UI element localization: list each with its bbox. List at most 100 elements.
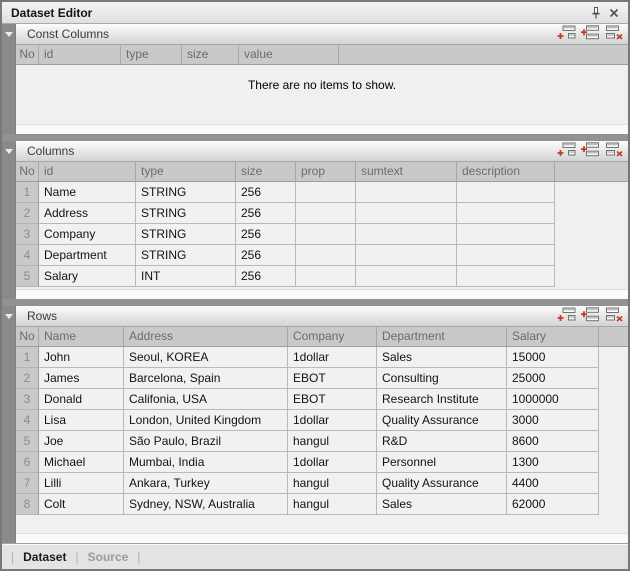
row-number-cell[interactable]: 1	[16, 347, 39, 368]
column-header[interactable]: Salary	[507, 327, 599, 346]
tab-dataset[interactable]: Dataset	[23, 550, 66, 564]
cell[interactable]: STRING	[136, 203, 236, 224]
add-row-button[interactable]	[557, 27, 576, 42]
cell[interactable]	[457, 182, 555, 203]
cell[interactable]: INT	[136, 266, 236, 287]
column-header[interactable]: id	[39, 162, 136, 181]
row-number-cell[interactable]: 3	[16, 389, 39, 410]
collapse-arrow-icon[interactable]	[5, 314, 13, 319]
cell[interactable]: STRING	[136, 224, 236, 245]
cell[interactable]: 256	[236, 266, 296, 287]
cell[interactable]: Sales	[377, 494, 507, 515]
cell[interactable]: Michael	[39, 452, 124, 473]
cell[interactable]: Quality Assurance	[377, 473, 507, 494]
delete-row-button[interactable]	[605, 27, 624, 42]
delete-row-button[interactable]	[605, 309, 624, 324]
cell[interactable]	[457, 203, 555, 224]
cell[interactable]: John	[39, 347, 124, 368]
insert-row-button[interactable]	[581, 309, 600, 324]
column-header[interactable]: Address	[124, 327, 288, 346]
cell[interactable]: STRING	[136, 245, 236, 266]
cell[interactable]: hangul	[288, 431, 377, 452]
cell[interactable]: Joe	[39, 431, 124, 452]
cell[interactable]	[457, 245, 555, 266]
column-header[interactable]: value	[239, 45, 339, 64]
cell[interactable]	[356, 245, 457, 266]
column-header[interactable]: size	[236, 162, 296, 181]
cell[interactable]: Donald	[39, 389, 124, 410]
cell[interactable]	[296, 203, 356, 224]
cell[interactable]: Seoul, KOREA	[124, 347, 288, 368]
cell[interactable]	[356, 182, 457, 203]
insert-row-button[interactable]	[581, 144, 600, 159]
add-row-button[interactable]	[557, 144, 576, 159]
cell[interactable]: 62000	[507, 494, 599, 515]
cell[interactable]: Research Institute	[377, 389, 507, 410]
add-row-button[interactable]	[557, 309, 576, 324]
column-header[interactable]: size	[182, 45, 239, 64]
column-header[interactable]: No	[16, 327, 39, 346]
cell[interactable]: Lisa	[39, 410, 124, 431]
cell[interactable]: Ankara, Turkey	[124, 473, 288, 494]
cell[interactable]: R&D	[377, 431, 507, 452]
cell[interactable]: STRING	[136, 182, 236, 203]
cell[interactable]: Company	[39, 224, 136, 245]
row-number-cell[interactable]: 3	[16, 224, 39, 245]
cell[interactable]: hangul	[288, 494, 377, 515]
cell[interactable]: Mumbai, India	[124, 452, 288, 473]
column-header[interactable]: type	[136, 162, 236, 181]
cell[interactable]	[356, 224, 457, 245]
cell[interactable]: EBOT	[288, 368, 377, 389]
column-header[interactable]: description	[457, 162, 555, 181]
row-number-cell[interactable]: 6	[16, 452, 39, 473]
column-header[interactable]: id	[39, 45, 121, 64]
column-header[interactable]: Department	[377, 327, 507, 346]
cell[interactable]	[296, 245, 356, 266]
row-number-cell[interactable]: 4	[16, 245, 39, 266]
cell[interactable]: Salary	[39, 266, 136, 287]
column-header[interactable]: type	[121, 45, 182, 64]
cell[interactable]: Colt	[39, 494, 124, 515]
row-number-cell[interactable]: 4	[16, 410, 39, 431]
cell[interactable]	[457, 224, 555, 245]
cell[interactable]: Barcelona, Spain	[124, 368, 288, 389]
cell[interactable]: 256	[236, 224, 296, 245]
column-header[interactable]: prop	[296, 162, 356, 181]
cell[interactable]: Sydney, NSW, Australia	[124, 494, 288, 515]
row-number-cell[interactable]: 8	[16, 494, 39, 515]
cell[interactable]: Lilli	[39, 473, 124, 494]
row-number-cell[interactable]: 7	[16, 473, 39, 494]
row-number-cell[interactable]: 5	[16, 266, 39, 287]
column-header[interactable]: No	[16, 162, 39, 181]
collapse-arrow-icon[interactable]	[5, 149, 13, 154]
cell[interactable]: London, United Kingdom	[124, 410, 288, 431]
cell[interactable]: Name	[39, 182, 136, 203]
cell[interactable]	[296, 266, 356, 287]
cell[interactable]: Califonia, USA	[124, 389, 288, 410]
pin-button[interactable]	[587, 4, 605, 21]
row-number-cell[interactable]: 1	[16, 182, 39, 203]
close-button[interactable]	[605, 4, 623, 21]
cell[interactable]: EBOT	[288, 389, 377, 410]
cell[interactable]: 256	[236, 203, 296, 224]
cell[interactable]: 1000000	[507, 389, 599, 410]
cell[interactable]: Consulting	[377, 368, 507, 389]
tab-source[interactable]: Source	[88, 550, 129, 564]
cell[interactable]: 15000	[507, 347, 599, 368]
row-number-cell[interactable]: 2	[16, 368, 39, 389]
cell[interactable]: 256	[236, 182, 296, 203]
cell[interactable]: 25000	[507, 368, 599, 389]
cell[interactable]: Quality Assurance	[377, 410, 507, 431]
cell[interactable]: 1dollar	[288, 410, 377, 431]
cell[interactable]: 1dollar	[288, 452, 377, 473]
delete-row-button[interactable]	[605, 144, 624, 159]
column-header[interactable]: sumtext	[356, 162, 457, 181]
column-header[interactable]: Name	[39, 327, 124, 346]
cell[interactable]	[356, 266, 457, 287]
collapse-arrow-icon[interactable]	[5, 32, 13, 37]
insert-row-button[interactable]	[581, 27, 600, 42]
cell[interactable]: Department	[39, 245, 136, 266]
column-header[interactable]: No	[16, 45, 39, 64]
row-number-cell[interactable]: 5	[16, 431, 39, 452]
row-number-cell[interactable]: 2	[16, 203, 39, 224]
